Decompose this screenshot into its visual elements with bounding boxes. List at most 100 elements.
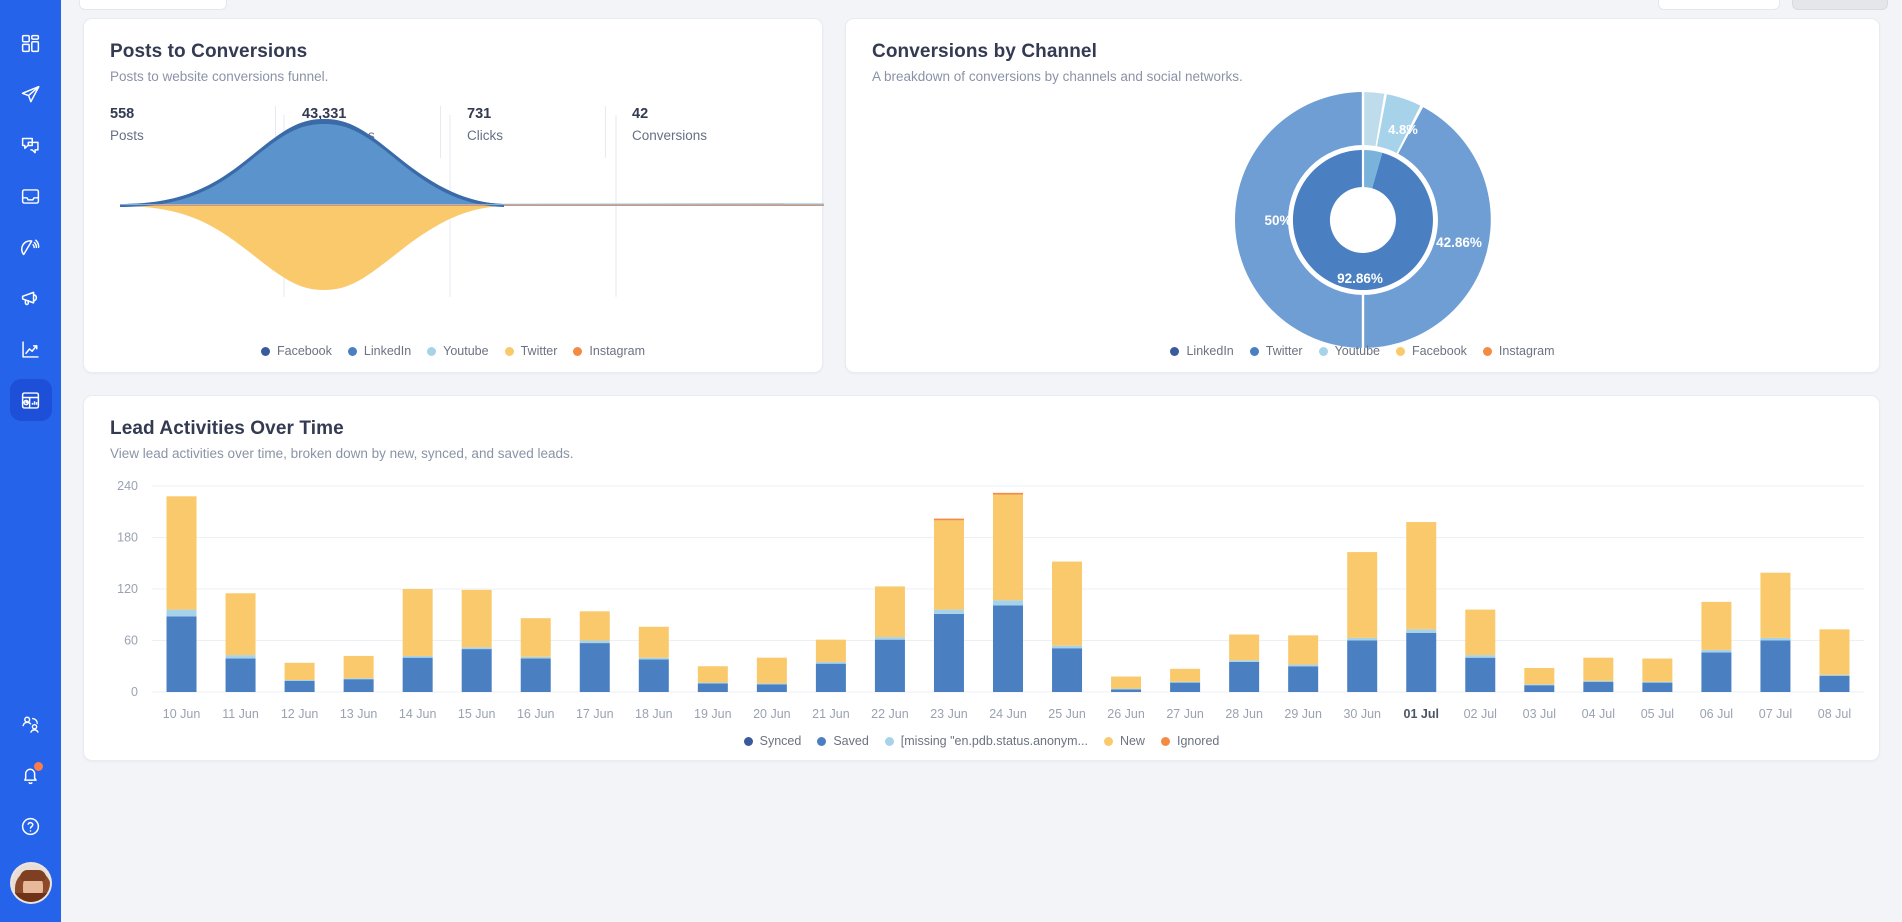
legend-item-new[interactable]: New <box>1104 734 1145 748</box>
bar-segment[interactable] <box>698 666 728 682</box>
bar-segment[interactable] <box>639 659 669 692</box>
bar-segment[interactable] <box>462 647 492 649</box>
bar-segment[interactable] <box>1583 681 1613 682</box>
legend-item-youtube[interactable]: Youtube <box>1319 344 1380 358</box>
bar-segment[interactable] <box>1347 641 1377 693</box>
legend-item-ignored[interactable]: Ignored <box>1161 734 1219 748</box>
bar-segment[interactable] <box>167 496 197 609</box>
bar-segment[interactable] <box>226 655 256 658</box>
bar-segment[interactable] <box>993 605 1023 692</box>
bar-segment[interactable] <box>1642 683 1672 692</box>
bar-segment[interactable] <box>580 643 610 692</box>
bar-segment[interactable] <box>934 610 964 614</box>
legend-item-youtube[interactable]: Youtube <box>427 344 488 358</box>
bar-segment[interactable] <box>934 519 964 521</box>
bar-segment[interactable] <box>580 611 610 640</box>
bar-segment[interactable] <box>1229 634 1259 660</box>
bar-segment[interactable] <box>1524 685 1554 692</box>
bar-segment[interactable] <box>639 627 669 658</box>
bar-segment[interactable] <box>993 493 1023 495</box>
bar-segment[interactable] <box>344 656 374 678</box>
legend-item-twitter[interactable]: Twitter <box>505 344 558 358</box>
bar-segment[interactable] <box>1465 655 1495 658</box>
legend-item-saved[interactable]: Saved <box>817 734 868 748</box>
bar-segment[interactable] <box>1229 662 1259 692</box>
bar-segment[interactable] <box>1760 638 1790 641</box>
bar-segment[interactable] <box>1819 675 1849 676</box>
bar-segment[interactable] <box>1052 562 1082 646</box>
bar-segment[interactable] <box>1052 646 1082 649</box>
bar-segment[interactable] <box>875 586 905 637</box>
bar-segment[interactable] <box>1642 682 1672 683</box>
bar-segment[interactable] <box>1524 668 1554 684</box>
bar-segment[interactable] <box>462 649 492 692</box>
bar-segment[interactable] <box>1583 682 1613 692</box>
sidebar-item-notifications[interactable] <box>10 754 52 796</box>
bar-segment[interactable] <box>993 495 1023 601</box>
legend-item-twitter[interactable]: Twitter <box>1250 344 1303 358</box>
sidebar-item-publish[interactable] <box>10 73 52 115</box>
bar-segment[interactable] <box>1819 676 1849 692</box>
bar-segment[interactable] <box>698 683 728 684</box>
bar-segment[interactable] <box>521 659 551 692</box>
sidebar-item-engage[interactable] <box>10 124 52 166</box>
bar-segment[interactable] <box>462 590 492 648</box>
legend-item-linkedin[interactable]: LinkedIn <box>348 344 411 358</box>
bar-segment[interactable] <box>1406 633 1436 692</box>
bar-segment[interactable] <box>1347 552 1377 638</box>
legend-item-instagram[interactable]: Instagram <box>1483 344 1555 358</box>
bar-segment[interactable] <box>1819 629 1849 674</box>
sidebar-item-analytics[interactable] <box>10 328 52 370</box>
bar-segment[interactable] <box>816 662 846 664</box>
sidebar-item-dashboard[interactable] <box>10 22 52 64</box>
bar-segment[interactable] <box>226 659 256 692</box>
bar-segment[interactable] <box>403 589 433 656</box>
top-stub-far-right[interactable] <box>1792 0 1888 10</box>
bar-segment[interactable] <box>1406 522 1436 629</box>
sidebar-item-inbox[interactable] <box>10 175 52 217</box>
bar-segment[interactable] <box>403 658 433 692</box>
sidebar-item-reports[interactable] <box>10 379 52 421</box>
legend-item-facebook[interactable]: Facebook <box>261 344 332 358</box>
bar-segment[interactable] <box>521 657 551 659</box>
bar-segment[interactable] <box>167 616 197 692</box>
bar-segment[interactable] <box>1111 677 1141 689</box>
bar-segment[interactable] <box>285 681 315 692</box>
sidebar-item-advertise[interactable] <box>10 277 52 319</box>
bar-segment[interactable] <box>875 640 905 692</box>
bar-segment[interactable] <box>698 683 728 692</box>
bar-segment[interactable] <box>757 683 787 684</box>
bar-segment[interactable] <box>521 618 551 657</box>
bar-segment[interactable] <box>285 680 315 681</box>
bar-segment[interactable] <box>816 640 846 662</box>
bar-segment[interactable] <box>285 663 315 680</box>
bar-segment[interactable] <box>226 593 256 655</box>
bar-segment[interactable] <box>1524 684 1554 685</box>
sidebar-item-help[interactable] <box>10 805 52 847</box>
bar-segment[interactable] <box>1111 689 1141 690</box>
bar-segment[interactable] <box>1111 689 1141 692</box>
bar-segment[interactable] <box>1465 610 1495 655</box>
bar-segment[interactable] <box>934 520 964 609</box>
bar-segment[interactable] <box>167 610 197 617</box>
bar-segment[interactable] <box>639 658 669 660</box>
bar-segment[interactable] <box>1760 641 1790 693</box>
top-stub-right[interactable] <box>1658 0 1780 10</box>
bar-segment[interactable] <box>1229 660 1259 662</box>
bar-segment[interactable] <box>1170 669 1200 682</box>
bar-segment[interactable] <box>934 614 964 692</box>
legend-item-synced[interactable]: Synced <box>744 734 802 748</box>
bar-segment[interactable] <box>403 656 433 658</box>
bar-segment[interactable] <box>1288 665 1318 667</box>
bar-segment[interactable] <box>1052 648 1082 692</box>
bar-segment[interactable] <box>1701 650 1731 653</box>
bar-segment[interactable] <box>757 684 787 692</box>
bar-segment[interactable] <box>1347 638 1377 641</box>
legend-item-facebook[interactable]: Facebook <box>1396 344 1467 358</box>
bar-segment[interactable] <box>1583 658 1613 681</box>
bar-segment[interactable] <box>816 664 846 692</box>
bar-segment[interactable] <box>344 679 374 692</box>
bar-segment[interactable] <box>1406 629 1436 632</box>
bar-segment[interactable] <box>344 678 374 679</box>
bar-segment[interactable] <box>993 600 1023 605</box>
